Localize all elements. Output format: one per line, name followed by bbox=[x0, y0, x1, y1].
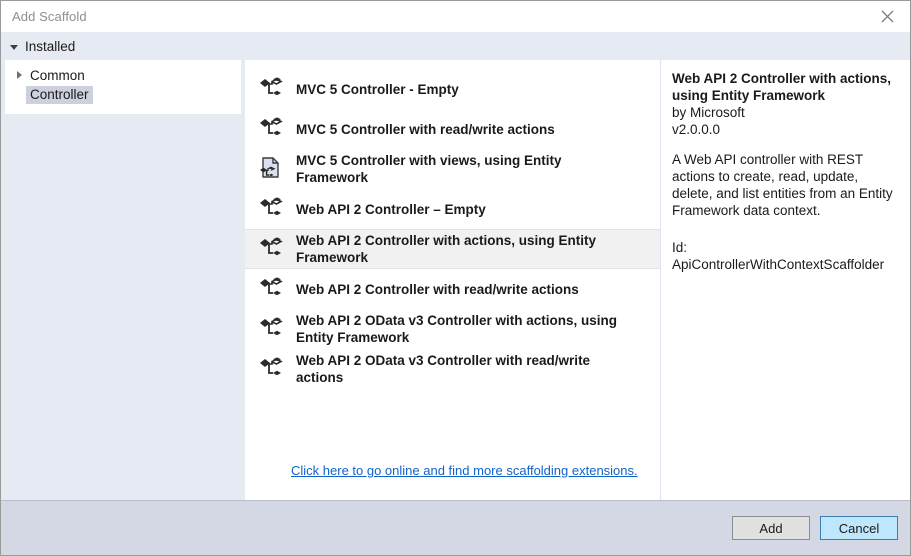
cancel-button[interactable]: Cancel bbox=[820, 516, 898, 540]
triangle-right-icon[interactable] bbox=[17, 71, 22, 79]
list-item-selected[interactable]: Web API 2 Controller with actions, using… bbox=[245, 229, 660, 269]
scaffold-icon bbox=[256, 194, 286, 224]
list-item-label: MVC 5 Controller with read/write actions bbox=[296, 121, 555, 137]
list-item-label: Web API 2 Controller with read/write act… bbox=[296, 281, 579, 297]
list-item-label: MVC 5 Controller - Empty bbox=[296, 81, 459, 97]
scaffold-icon bbox=[256, 274, 286, 304]
triangle-down-icon[interactable] bbox=[10, 44, 18, 50]
tree-item-label: Common bbox=[30, 67, 85, 83]
detail-panel: Web API 2 Controller with actions, using… bbox=[661, 60, 910, 500]
more-scaffolds-area: Click here to go online and find more sc… bbox=[245, 462, 660, 480]
scaffold-list: MVC 5 Controller - Empty MVC 5 Controlle… bbox=[245, 60, 660, 389]
installed-header[interactable]: Installed bbox=[1, 32, 910, 60]
online-scaffolding-link[interactable]: Click here to go online and find more sc… bbox=[291, 463, 638, 478]
list-item[interactable]: Web API 2 Controller – Empty bbox=[245, 189, 660, 229]
window-title: Add Scaffold bbox=[12, 9, 87, 24]
add-scaffold-dialog: Add Scaffold Installed Common Controller… bbox=[0, 0, 911, 556]
list-item[interactable]: Web API 2 OData v3 Controller with actio… bbox=[245, 309, 660, 349]
detail-title: Web API 2 Controller with actions, using… bbox=[672, 71, 892, 103]
installed-label: Installed bbox=[25, 38, 76, 54]
tree-item-label: Controller bbox=[26, 86, 93, 104]
scaffold-icon bbox=[256, 234, 286, 264]
close-icon bbox=[881, 10, 894, 23]
scaffold-icon bbox=[256, 74, 286, 104]
category-tree: Common Controller bbox=[5, 60, 241, 114]
list-item[interactable]: Web API 2 OData v3 Controller with read/… bbox=[245, 349, 660, 389]
detail-version: v2.0.0.0 bbox=[672, 122, 721, 137]
list-item[interactable]: MVC 5 Controller - Empty bbox=[245, 69, 660, 109]
dialog-body: Common Controller MVC 5 Controller - Emp… bbox=[1, 60, 910, 500]
sidebar: Common Controller bbox=[1, 60, 245, 500]
list-item[interactable]: MVC 5 Controller with views, using Entit… bbox=[245, 149, 660, 189]
list-item-label: Web API 2 Controller – Empty bbox=[296, 201, 486, 217]
tree-item-controller[interactable]: Controller bbox=[5, 85, 241, 105]
detail-id: Id: ApiControllerWithContextScaffolder bbox=[672, 240, 885, 272]
close-button[interactable] bbox=[865, 1, 910, 31]
scaffold-list-panel: MVC 5 Controller - Empty MVC 5 Controlle… bbox=[245, 60, 660, 500]
add-button[interactable]: Add bbox=[732, 516, 810, 540]
scaffold-icon bbox=[256, 114, 286, 144]
scaffold-page-icon bbox=[256, 154, 286, 184]
list-item[interactable]: Web API 2 Controller with read/write act… bbox=[245, 269, 660, 309]
list-item-label: Web API 2 OData v3 Controller with actio… bbox=[296, 313, 618, 345]
list-item[interactable]: MVC 5 Controller with read/write actions bbox=[245, 109, 660, 149]
title-bar: Add Scaffold bbox=[1, 1, 910, 32]
list-item-label: Web API 2 Controller with actions, using… bbox=[296, 233, 597, 265]
scaffold-icon bbox=[256, 354, 286, 384]
scaffold-icon bbox=[256, 314, 286, 344]
detail-author: by Microsoft bbox=[672, 105, 745, 120]
dialog-footer: Add Cancel bbox=[1, 500, 910, 555]
detail-description: A Web API controller with REST actions t… bbox=[672, 152, 893, 218]
tree-item-common[interactable]: Common bbox=[5, 65, 241, 85]
list-item-label: Web API 2 OData v3 Controller with read/… bbox=[296, 353, 591, 385]
list-item-label: MVC 5 Controller with views, using Entit… bbox=[296, 153, 562, 185]
